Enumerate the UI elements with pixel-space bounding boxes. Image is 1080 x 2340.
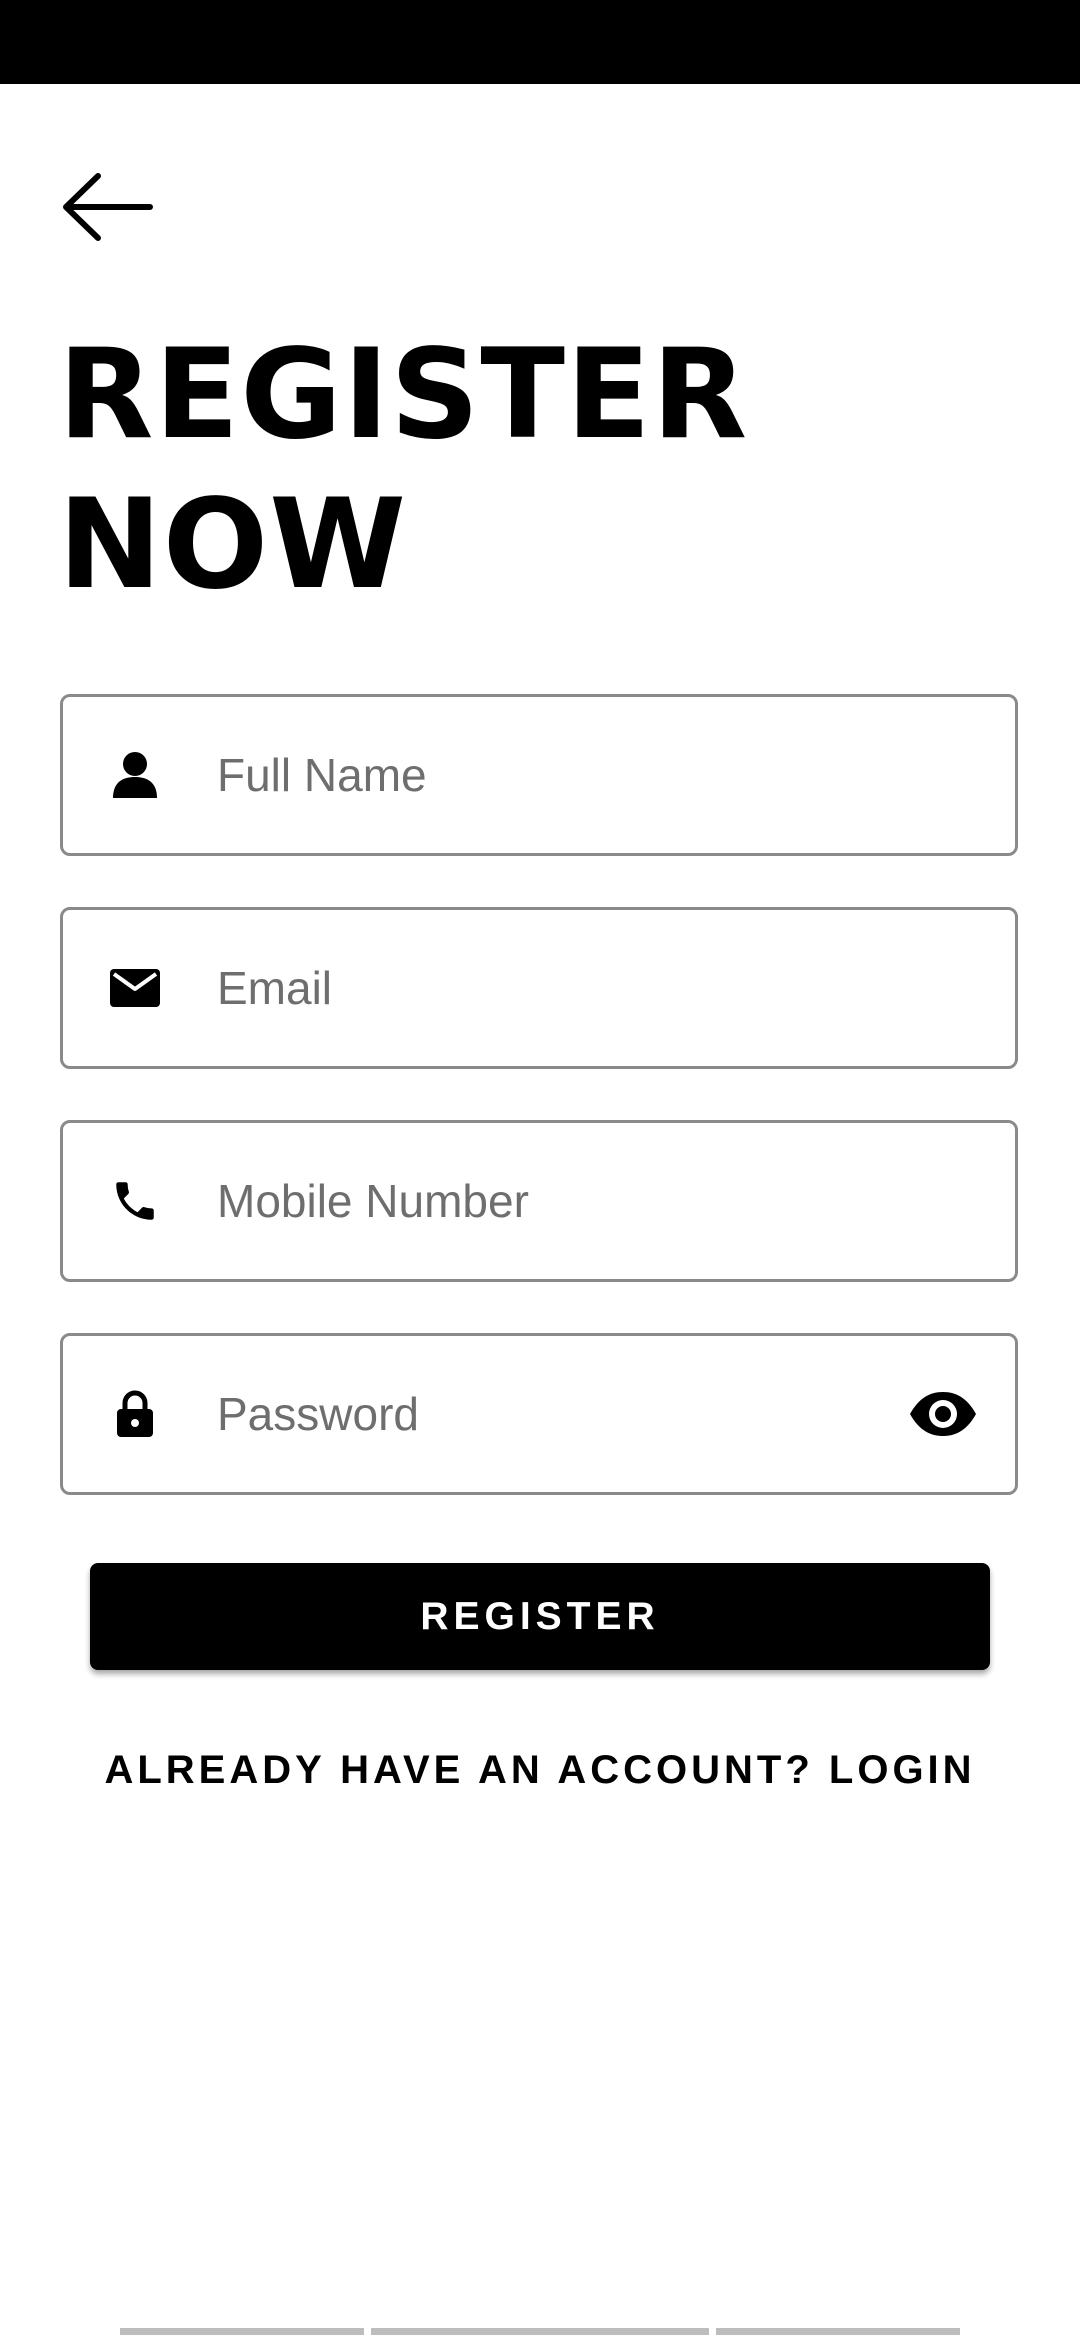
scroll-indicator-segment [371,2328,709,2335]
full-name-field[interactable] [60,694,1018,856]
scroll-indicator-segment [120,2328,364,2335]
scroll-indicator-segment [716,2328,960,2335]
email-input[interactable] [217,910,917,1066]
status-bar [0,0,1080,84]
full-name-input[interactable] [217,697,917,853]
arrow-left-icon [63,173,153,241]
register-button[interactable]: REGISTER [90,1563,990,1670]
page-title-line-2: NOW [58,473,407,617]
lock-icon [107,1386,163,1442]
page-title-line-1: REGISTER [58,323,749,467]
envelope-icon [107,960,163,1016]
eye-icon[interactable] [907,1386,979,1442]
login-link[interactable]: ALREADY HAVE AN ACCOUNT? LOGIN [0,1748,1080,1793]
mobile-number-input[interactable] [217,1123,917,1279]
email-field[interactable] [60,907,1018,1069]
person-icon [107,747,163,803]
password-input[interactable] [217,1336,917,1492]
page-title: REGISTER NOW [58,320,958,620]
phone-icon [107,1173,163,1229]
password-field[interactable] [60,1333,1018,1495]
mobile-number-field[interactable] [60,1120,1018,1282]
back-button[interactable] [60,160,186,254]
